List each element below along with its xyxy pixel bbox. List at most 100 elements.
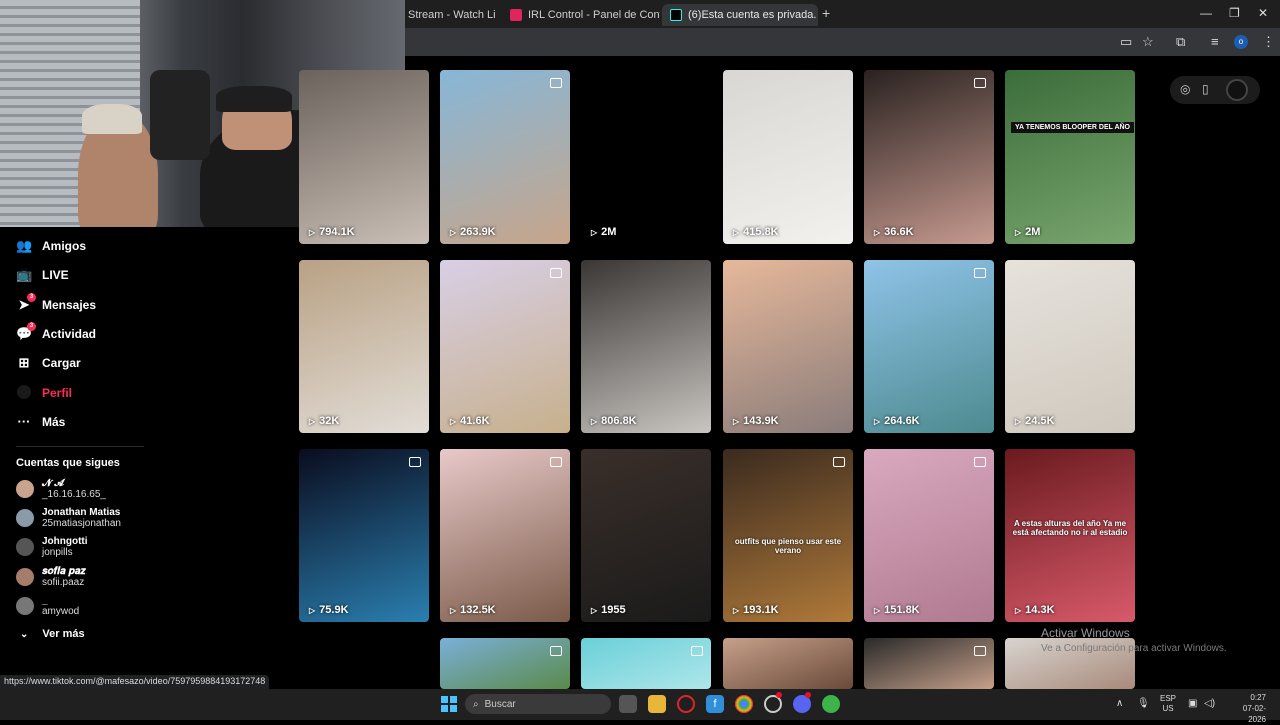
video-tile[interactable]: YA TENEMOS BLOOPER DEL AÑO ▷ 2M [1005,70,1135,244]
video-tile[interactable]: ▷ 151.8K [864,449,994,622]
opera-icon[interactable] [677,695,695,713]
video-tile[interactable]: ▷ 806.8K [581,260,711,433]
see-more-button[interactable]: ⌄ Ver más [20,628,85,640]
video-tile[interactable]: ▷ 75.9K [299,449,429,622]
task-view-icon[interactable] [619,695,637,713]
view-count-label: 415.8K [743,226,779,238]
following-item[interactable]: Johngotti jonpills [16,536,88,558]
video-tile[interactable]: ▷ 143.9K [723,260,853,433]
following-name: 𝓝 𝓐 [42,478,65,489]
view-count-label: 36.6K [884,226,914,238]
file-explorer-icon[interactable] [648,695,666,713]
following-name: 𝒔𝒐𝒇𝒊𝒂 𝒑𝒂𝒛 [42,566,86,577]
nav-more[interactable]: ··· Más [16,414,66,430]
app-green-icon[interactable] [822,695,840,713]
network-icon[interactable]: ▣ [1188,698,1197,709]
tab-irl-control[interactable]: IRL Control - Panel de Control C ✕ [502,4,660,26]
video-tile[interactable]: ▷ 41.6K [440,260,570,433]
taskbar-clock[interactable]: 0:27 07-02-2026 [1226,692,1266,725]
play-icon: ▷ [309,227,316,237]
view-count: ▷ 193.1K [733,604,779,616]
video-tile[interactable]: ▷ 132.5K [440,449,570,622]
play-icon: ▷ [874,605,881,615]
following-item[interactable]: 𝒔𝒐𝒇𝒊𝒂 𝒑𝒂𝒛 sofii.paaz [16,566,86,588]
avatar [16,568,34,586]
video-tile[interactable]: ▷ 1955 [581,449,711,622]
browser-menu-icon[interactable]: ⋮ [1262,34,1275,50]
nav-friends[interactable]: 👥 Amigos [16,238,86,254]
nav-live[interactable]: 📺 LIVE [16,267,69,283]
nav-profile[interactable]: Perfil [16,385,72,401]
video-tile[interactable]: ▷ 263.9K [440,70,570,244]
cast-icon[interactable]: ▭ [1120,34,1132,50]
video-tile[interactable] [299,638,429,689]
minimize-button[interactable]: — [1200,6,1212,20]
avatar[interactable] [1226,79,1248,101]
tab-tiktok[interactable]: (6)Esta cuenta es privada. Sigu ✕ [662,4,818,26]
bookmark-star-icon[interactable]: ☆ [1142,34,1154,50]
video-tile[interactable]: ▷ 2M [581,70,711,244]
nav-label: LIVE [42,268,69,282]
tab-label: Stream - Watch Li [408,9,496,21]
maximize-button[interactable]: ❐ [1229,6,1240,20]
following-item[interactable]: 𝓝 𝓐 _16.16.16.65_ [16,478,106,500]
view-count-label: 2M [601,226,617,238]
view-count-label: 263.9K [460,226,496,238]
photo-carousel-icon [974,646,986,656]
nav-messages[interactable]: ➤ 3 Mensajes [16,293,96,313]
view-count-label: 794.1K [319,226,355,238]
video-tile[interactable] [723,638,853,689]
video-tile[interactable]: ▷ 415.8K [723,70,853,244]
view-count: ▷ 806.8K [591,415,637,427]
play-icon: ▷ [309,416,316,426]
view-count-label: 32K [319,415,340,427]
taskbar [0,689,1280,720]
language-indicator[interactable]: ESP US [1160,694,1176,714]
nav-upload[interactable]: ⊞ Cargar [16,355,81,371]
video-tile[interactable]: ▷ 36.6K [864,70,994,244]
following-item[interactable]: _ amywod [16,595,79,617]
view-count: ▷ 132.5K [450,604,496,616]
photo-carousel-icon [550,646,562,656]
live-icon: 📺 [16,267,33,282]
play-icon: ▷ [450,227,457,237]
phone-icon[interactable]: ▯ [1202,82,1209,96]
profile-avatar[interactable]: o [1234,35,1248,49]
video-tile[interactable] [440,638,570,689]
close-window-button[interactable]: ✕ [1258,6,1268,20]
video-tile[interactable] [864,638,994,689]
view-count-label: 132.5K [460,604,496,616]
view-count: ▷ 143.9K [733,415,779,427]
new-tab-button[interactable]: + [822,5,830,21]
following-item[interactable]: Jonathan Matias 25matiasjonathan [16,507,121,529]
play-icon: ▷ [1015,227,1022,237]
video-tile[interactable]: ▷ 794.1K [299,70,429,244]
extensions-icon[interactable]: ⧉ [1176,34,1185,50]
app-f-icon[interactable]: f [706,695,724,713]
view-count: ▷ 794.1K [309,226,355,238]
close-icon[interactable]: ✕ [496,9,500,22]
nav-activity[interactable]: 💬 3 Actividad [16,322,96,342]
cap-right [216,86,292,112]
play-icon: ▷ [591,227,598,237]
media-control-icon[interactable]: ≡ [1211,34,1219,49]
video-tile[interactable] [581,638,711,689]
windows-start-icon[interactable] [441,696,457,712]
compass-icon[interactable]: ◎ [1180,82,1190,96]
video-tile[interactable]: A estas alturas del año Ya me está afect… [1005,449,1135,622]
video-tile[interactable]: ▷ 264.6K [864,260,994,433]
video-tile[interactable]: ▷ 32K [299,260,429,433]
chevron-up-icon[interactable]: ∧ [1116,698,1123,709]
following-username: _16.16.16.65_ [42,489,106,500]
video-tile[interactable]: ▷ 24.5K [1005,260,1135,433]
search-placeholder: Buscar [484,698,516,710]
volume-icon[interactable]: ◁) [1204,698,1215,709]
chrome-icon[interactable] [735,695,753,713]
view-count-label: 151.8K [884,604,920,616]
taskbar-search[interactable]: ⌕ Buscar [465,694,611,714]
tab-stream[interactable]: Stream - Watch Li ✕ [400,4,500,26]
video-tile[interactable]: outfits que pienso usar este verano ▷ 193.… [723,449,853,622]
microphone-icon[interactable]: 🎙 [1137,698,1150,709]
view-count: ▷ 2M [1015,226,1040,238]
search-icon: ⌕ [473,698,479,710]
